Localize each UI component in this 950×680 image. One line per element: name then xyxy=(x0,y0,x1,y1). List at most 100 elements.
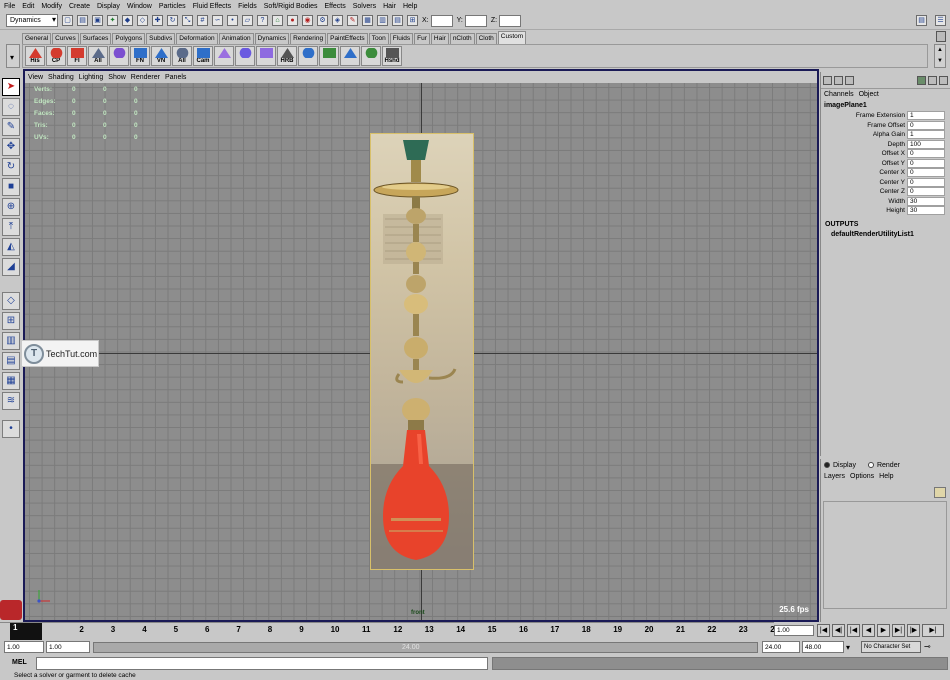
persp-outliner-layout-icon[interactable]: ▥ xyxy=(2,332,20,350)
menu-effects[interactable]: Effects xyxy=(324,3,345,10)
z-field[interactable] xyxy=(499,14,522,27)
universal-manipulator-icon[interactable]: ⊕ xyxy=(2,198,20,216)
close-panel-icon[interactable] xyxy=(939,75,948,85)
end-time-field[interactable]: 48.00 xyxy=(802,641,844,653)
menu-particles[interactable]: Particles xyxy=(159,3,186,10)
shelf-tab-polygons[interactable]: Polygons xyxy=(112,33,146,44)
layers-menu[interactable]: Layers xyxy=(824,473,845,480)
select-by-hierarchy-icon[interactable]: ✦ xyxy=(107,15,118,26)
attribute-name[interactable]: Depth xyxy=(821,141,907,148)
shelf-button-8[interactable]: All xyxy=(172,46,192,66)
attribute-value-field[interactable]: 0 xyxy=(907,177,945,187)
history-icon[interactable]: ? xyxy=(257,15,268,26)
help-menu[interactable]: Help xyxy=(879,473,893,480)
snap-plane-icon[interactable]: ▱ xyxy=(242,15,253,26)
menu-display[interactable]: Display xyxy=(97,3,120,10)
display-radio[interactable] xyxy=(824,462,830,468)
y-field[interactable] xyxy=(464,14,487,27)
menu-edit[interactable]: Edit xyxy=(22,3,34,10)
snap-grid-icon[interactable]: # xyxy=(197,15,208,26)
attribute-name[interactable]: Center Z xyxy=(821,188,907,195)
shelf-button-3[interactable]: FI xyxy=(67,46,87,66)
new-scene-icon[interactable]: ▢ xyxy=(62,15,73,26)
viewport-menu-shading[interactable]: Shading xyxy=(48,74,74,81)
menu-soft-rigid-bodies[interactable]: Soft/Rigid Bodies xyxy=(264,3,318,10)
command-input[interactable] xyxy=(36,657,488,670)
shelf-button-2[interactable]: CP xyxy=(46,46,66,66)
shelf-tab-fur[interactable]: Fur xyxy=(414,33,430,44)
hypershade-layout-icon[interactable]: ▦ xyxy=(2,372,20,390)
shelf-button-16[interactable] xyxy=(340,46,360,66)
menu-hair[interactable]: Hair xyxy=(383,3,396,10)
open-scene-icon[interactable]: ▤ xyxy=(77,15,88,26)
attribute-value-field[interactable]: 30 xyxy=(907,206,945,216)
selected-object-name[interactable]: imagePlane1 xyxy=(821,100,950,111)
shelf-button-10[interactable] xyxy=(214,46,234,66)
rotate-icon[interactable]: ↻ xyxy=(167,15,178,26)
playback-start-field[interactable]: 1.00 xyxy=(46,641,90,653)
outliner-toggle-icon[interactable]: ☰ xyxy=(935,15,946,26)
last-tool-icon[interactable]: ◢ xyxy=(2,258,20,276)
command-language-label[interactable]: MEL xyxy=(12,659,27,666)
image-plane[interactable] xyxy=(370,133,474,570)
attribute-name[interactable]: Width xyxy=(821,198,907,205)
shelf-tab-surfaces[interactable]: Surfaces xyxy=(79,33,112,44)
options-menu[interactable]: Options xyxy=(850,473,874,480)
lock-icon[interactable]: ⌂ xyxy=(272,15,283,26)
shelf-tab-fluids[interactable]: Fluids xyxy=(389,33,414,44)
object-menu[interactable]: Object xyxy=(859,91,879,98)
render-icon[interactable]: ● xyxy=(287,15,298,26)
current-frame-marker[interactable]: 1 xyxy=(10,623,42,640)
shelf-button-5[interactable] xyxy=(109,46,129,66)
attribute-value-field[interactable]: 0 xyxy=(907,120,945,130)
shelf-button-14[interactable] xyxy=(298,46,318,66)
single-perspective-layout-icon[interactable]: ◇ xyxy=(2,292,20,310)
shelf-scroll-button[interactable]: ▲ ▼ xyxy=(934,44,946,68)
channel-layer-mode-icon[interactable] xyxy=(845,75,854,85)
step-back-frame-icon[interactable]: ◀| xyxy=(832,624,845,637)
attribute-value-field[interactable]: 0 xyxy=(907,149,945,159)
character-set-field[interactable]: No Character Set xyxy=(861,641,921,653)
render-radio[interactable] xyxy=(867,462,874,468)
auto-key-icon[interactable]: ⊸ xyxy=(924,642,931,651)
attribute-value-field[interactable]: 0 xyxy=(907,158,945,168)
play-backwards-icon[interactable]: ◀ xyxy=(862,624,875,637)
soft-modification-icon[interactable]: ⤒ xyxy=(2,218,20,236)
range-bar[interactable]: 24.00 xyxy=(93,642,758,653)
rotate-tool-icon[interactable]: ↻ xyxy=(2,158,20,176)
menu-help[interactable]: Help xyxy=(403,3,417,10)
menu-solvers[interactable]: Solvers xyxy=(353,3,376,10)
attribute-name[interactable]: Height xyxy=(821,207,907,214)
menu-window[interactable]: Window xyxy=(127,3,152,10)
attribute-name[interactable]: Frame Offset xyxy=(821,122,907,129)
shelf-tab-general[interactable]: General xyxy=(22,33,52,44)
attribute-value-field[interactable]: 1 xyxy=(907,111,945,121)
attribute-name[interactable]: Offset Y xyxy=(821,160,907,167)
shelf-tab-ncloth[interactable]: nCloth xyxy=(449,33,475,44)
viewport-menu-renderer[interactable]: Renderer xyxy=(131,74,160,81)
play-forwards-icon[interactable]: ▶ xyxy=(877,624,890,637)
layer-editor-mode-icon[interactable] xyxy=(834,75,843,85)
shelf-button-7[interactable]: VN xyxy=(151,46,171,66)
shelf-tab-rendering[interactable]: Rendering xyxy=(290,33,327,44)
layer-list[interactable] xyxy=(823,501,947,609)
step-forward-key-icon[interactable]: ▶| xyxy=(892,624,905,637)
shelf-tab-cloth[interactable]: Cloth xyxy=(475,33,497,44)
viewport-panel[interactable]: View Shading Lighting Show Renderer Panels Ve… xyxy=(23,69,819,622)
step-forward-frame-icon[interactable]: |▶ xyxy=(907,624,920,637)
attribute-name[interactable]: Offset X xyxy=(821,150,907,157)
attribute-name[interactable]: Center X xyxy=(821,169,907,176)
menu-modify[interactable]: Modify xyxy=(41,3,62,10)
shelf-button-11[interactable] xyxy=(235,46,255,66)
snap-point-icon[interactable]: • xyxy=(227,15,238,26)
menu-create[interactable]: Create xyxy=(69,3,90,10)
menu-fields[interactable]: Fields xyxy=(238,3,257,10)
graph-layout-icon[interactable]: ≋ xyxy=(2,392,20,410)
select-by-object-icon[interactable]: ◆ xyxy=(122,15,133,26)
show-manipulator-icon[interactable]: ◭ xyxy=(2,238,20,256)
select-by-component-icon[interactable]: ◇ xyxy=(137,15,148,26)
character-set-dropdown-icon[interactable]: ▾ xyxy=(846,643,850,652)
hypershade-icon[interactable]: ◈ xyxy=(332,15,343,26)
menuset-dropdown[interactable]: Dynamics xyxy=(6,14,58,27)
viewport-menu-show[interactable]: Show xyxy=(108,74,126,81)
